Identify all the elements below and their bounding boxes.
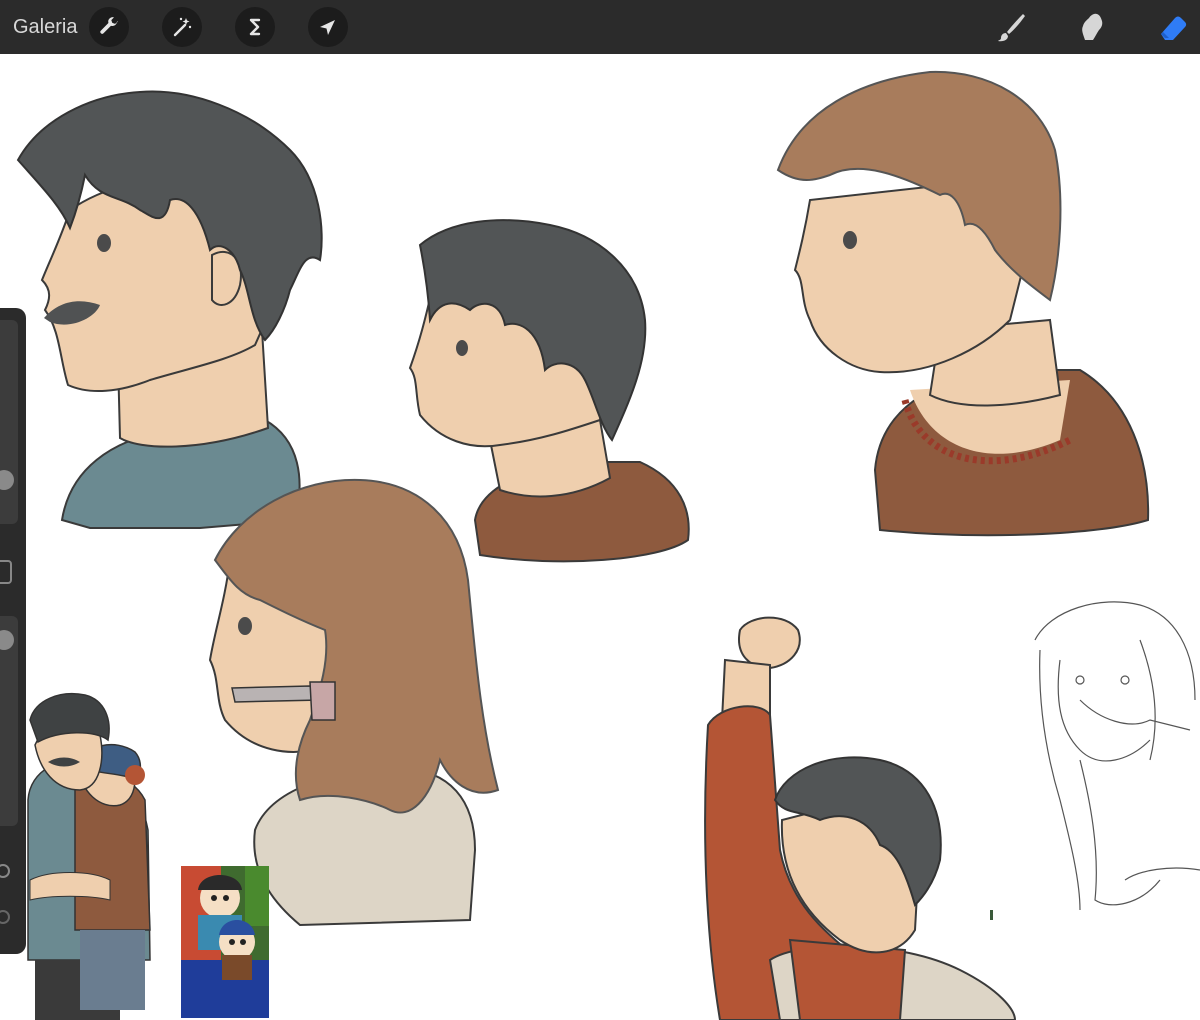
selection-s-icon — [250, 18, 261, 36]
brush-icon — [998, 14, 1025, 42]
opacity-knob[interactable] — [0, 630, 14, 650]
smudge-button[interactable] — [1072, 7, 1112, 47]
magic-wand-icon — [174, 17, 192, 37]
adjustments-button[interactable] — [162, 7, 203, 47]
right-tools — [992, 0, 1200, 54]
smudge-icon — [1082, 13, 1103, 40]
opacity-slider[interactable] — [0, 616, 18, 826]
erase-button[interactable] — [1152, 7, 1192, 47]
transform-button[interactable] — [308, 7, 349, 47]
selection-button[interactable] — [235, 7, 276, 47]
paint-button[interactable] — [992, 7, 1032, 47]
wrench-icon — [100, 17, 119, 34]
brush-size-slider[interactable] — [0, 320, 18, 524]
gallery-button[interactable]: Galeria — [13, 16, 77, 39]
left-sidebar — [0, 308, 26, 954]
redo-icon[interactable] — [0, 910, 10, 924]
top-toolbar: Galeria — [0, 0, 1200, 54]
brush-size-knob[interactable] — [0, 470, 14, 490]
arrow-cursor-icon — [320, 20, 336, 35]
drawing-canvas[interactable] — [0, 54, 1200, 1020]
modify-button[interactable] — [0, 560, 12, 584]
actions-button[interactable] — [89, 7, 130, 47]
eraser-icon — [1161, 16, 1187, 40]
undo-icon[interactable] — [0, 864, 10, 878]
